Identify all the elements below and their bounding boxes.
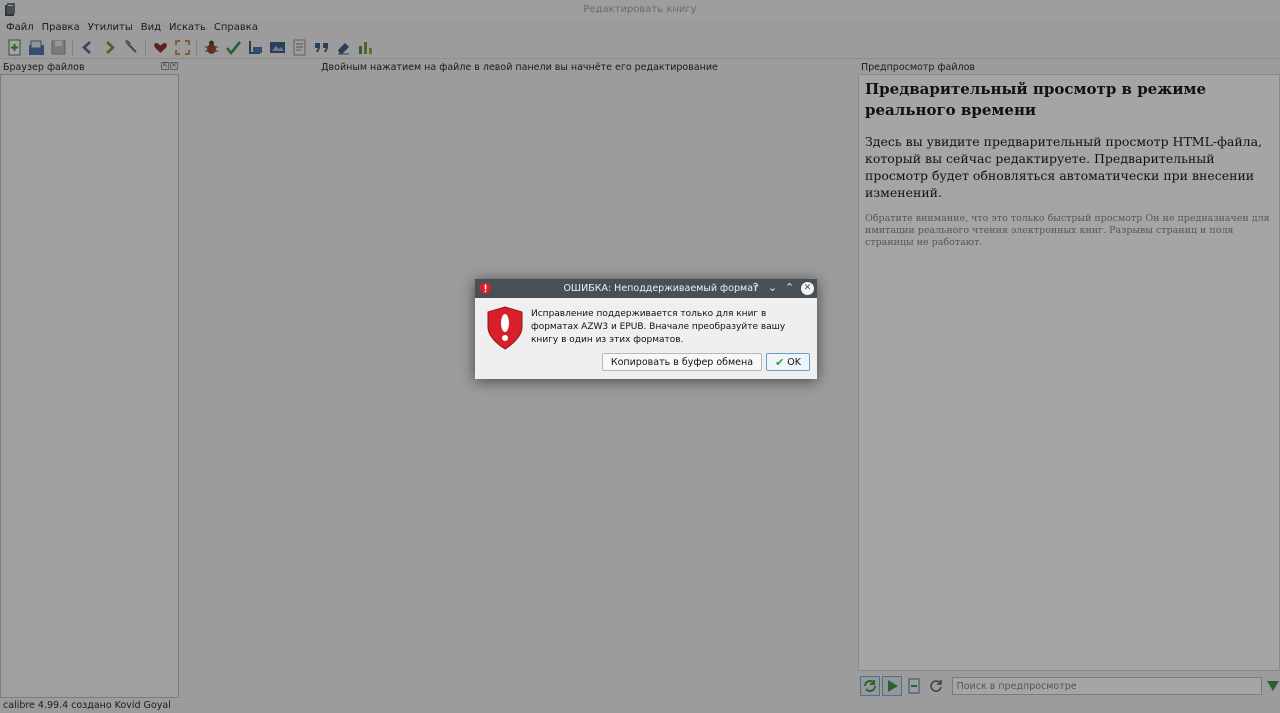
dialog-window-controls: ? ⌄ ⌃ ✕ <box>750 281 814 295</box>
copy-button-label: Копировать в буфер обмена <box>610 356 754 368</box>
close-icon[interactable]: ✕ <box>801 281 814 295</box>
help-icon[interactable]: ? <box>750 281 761 295</box>
maximize-icon[interactable]: ⌃ <box>784 281 795 295</box>
copy-to-clipboard-button[interactable]: Копировать в буфер обмена <box>601 353 763 371</box>
error-shield-icon <box>487 306 523 350</box>
ok-button-label: OK <box>787 356 801 368</box>
error-dialog: ОШИБКА: Неподдерживаемый формат ? ⌄ ⌃ ✕ … <box>475 279 817 379</box>
dialog-titlebar: ОШИБКА: Неподдерживаемый формат ? ⌄ ⌃ ✕ <box>475 279 817 298</box>
ok-button[interactable]: ✔ OK <box>766 353 810 371</box>
dialog-buttons: Копировать в буфер обмена ✔ OK <box>601 353 810 371</box>
minimize-icon[interactable]: ⌄ <box>767 281 778 295</box>
dialog-body: Исправление поддерживается только для кн… <box>475 298 817 379</box>
dialog-message: Исправление поддерживается только для кн… <box>531 309 786 345</box>
checkmark-icon: ✔ <box>775 355 785 369</box>
